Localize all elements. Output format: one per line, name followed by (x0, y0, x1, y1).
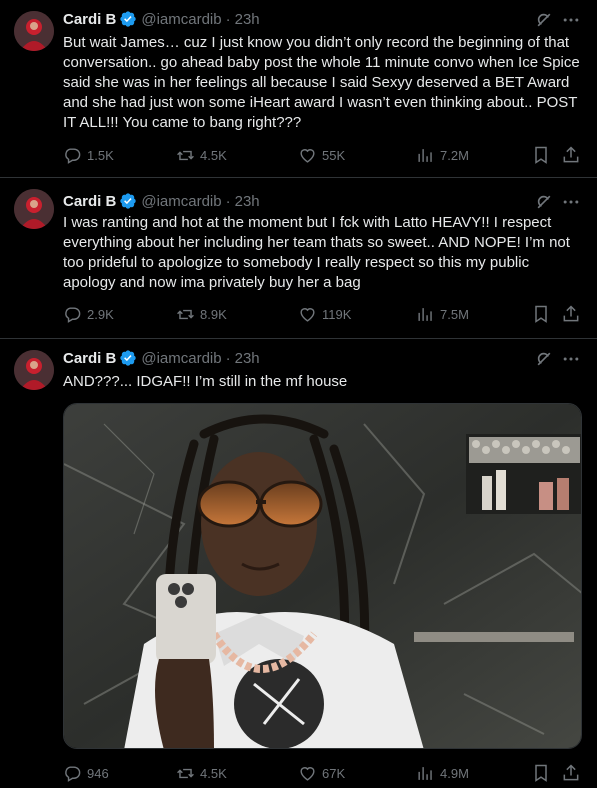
grok-icon[interactable] (534, 10, 554, 30)
like-icon (300, 766, 315, 781)
reply-count: 946 (87, 765, 109, 781)
tweet-text: I was ranting and hot at the moment but … (63, 214, 570, 291)
separator: · (225, 349, 231, 367)
action-bar: 946 4.5K 67K 4.9M (63, 763, 585, 783)
like-count: 119K (322, 306, 352, 322)
handle[interactable]: @iamcardib (141, 11, 221, 28)
views-count: 4.9M (440, 765, 469, 781)
views-icon (418, 307, 432, 321)
share-icon[interactable] (561, 763, 581, 783)
reply-button[interactable]: 946 (63, 763, 109, 783)
display-name[interactable]: Cardi B (63, 193, 116, 210)
timestamp[interactable]: 23h (235, 193, 260, 210)
action-bar: 2.9K 8.9K 119K 7.5M (63, 304, 585, 324)
repost-count: 8.9K (200, 306, 227, 322)
reply-icon (65, 765, 81, 782)
repost-button[interactable]: 4.5K (176, 763, 227, 783)
avatar[interactable] (14, 189, 54, 229)
repost-icon (177, 309, 194, 319)
timestamp[interactable]: 23h (235, 11, 260, 28)
views-button[interactable]: 7.5M (416, 304, 469, 324)
repost-count: 4.5K (200, 765, 227, 781)
like-count: 67K (322, 765, 346, 781)
views-icon (418, 148, 432, 162)
tweet-header: Cardi B @iamcardib · 23h (63, 191, 260, 211)
avatar[interactable] (14, 350, 54, 390)
reply-icon (65, 147, 81, 164)
views-icon (418, 766, 432, 780)
more-icon[interactable] (561, 192, 581, 212)
bookmark-icon[interactable] (531, 304, 551, 324)
repost-button[interactable]: 4.5K (176, 145, 227, 165)
bookmark-icon[interactable] (531, 763, 551, 783)
repost-count: 4.5K (200, 147, 227, 163)
like-button[interactable]: 55K (298, 145, 345, 165)
views-button[interactable]: 4.9M (416, 763, 469, 783)
tweet-text: AND???... IDGAF!! I’m still in the mf ho… (63, 373, 348, 390)
grok-icon[interactable] (534, 192, 554, 212)
like-icon (300, 307, 315, 322)
separator: · (225, 192, 231, 210)
timestamp[interactable]: 23h (235, 350, 260, 367)
display-name[interactable]: Cardi B (63, 11, 116, 28)
reply-icon (65, 306, 81, 323)
tweet-photo[interactable] (63, 403, 582, 749)
like-button[interactable]: 119K (298, 304, 351, 324)
repost-icon (177, 150, 194, 160)
like-button[interactable]: 67K (298, 763, 345, 783)
verified-badge-icon (120, 350, 137, 366)
tweet[interactable]: Cardi B @iamcardib · 23h AND???... IDGAF… (0, 339, 597, 788)
tweet[interactable]: Cardi B @iamcardib · 23h But wait James…… (0, 0, 597, 178)
reply-count: 1.5K (87, 147, 114, 163)
repost-icon (177, 768, 194, 778)
action-bar: 1.5K 4.5K 55K 7.2M (63, 145, 585, 165)
handle[interactable]: @iamcardib (141, 193, 221, 210)
like-icon (300, 148, 315, 163)
reply-count: 2.9K (87, 306, 114, 322)
more-icon[interactable] (561, 349, 581, 369)
share-icon[interactable] (561, 145, 581, 165)
tweet-header: Cardi B @iamcardib · 23h (63, 348, 260, 368)
share-icon[interactable] (561, 304, 581, 324)
reply-button[interactable]: 1.5K (63, 145, 114, 165)
tweet[interactable]: Cardi B @iamcardib · 23h I was ranting a… (0, 178, 597, 339)
more-icon[interactable] (561, 10, 581, 30)
grok-icon[interactable] (534, 349, 554, 369)
avatar[interactable] (14, 11, 54, 51)
views-button[interactable]: 7.2M (416, 145, 469, 165)
selfie-image (64, 404, 581, 748)
display-name[interactable]: Cardi B (63, 350, 116, 367)
like-count: 55K (322, 147, 346, 163)
separator: · (225, 10, 231, 28)
repost-button[interactable]: 8.9K (176, 304, 227, 324)
bookmark-icon[interactable] (531, 145, 551, 165)
reply-button[interactable]: 2.9K (63, 304, 114, 324)
tweet-text: But wait James… cuz I just know you didn… (63, 34, 580, 131)
views-count: 7.2M (440, 147, 469, 163)
verified-badge-icon (120, 193, 137, 209)
verified-badge-icon (120, 11, 137, 27)
tweet-header: Cardi B @iamcardib · 23h (63, 9, 260, 29)
views-count: 7.5M (440, 306, 469, 322)
handle[interactable]: @iamcardib (141, 350, 221, 367)
